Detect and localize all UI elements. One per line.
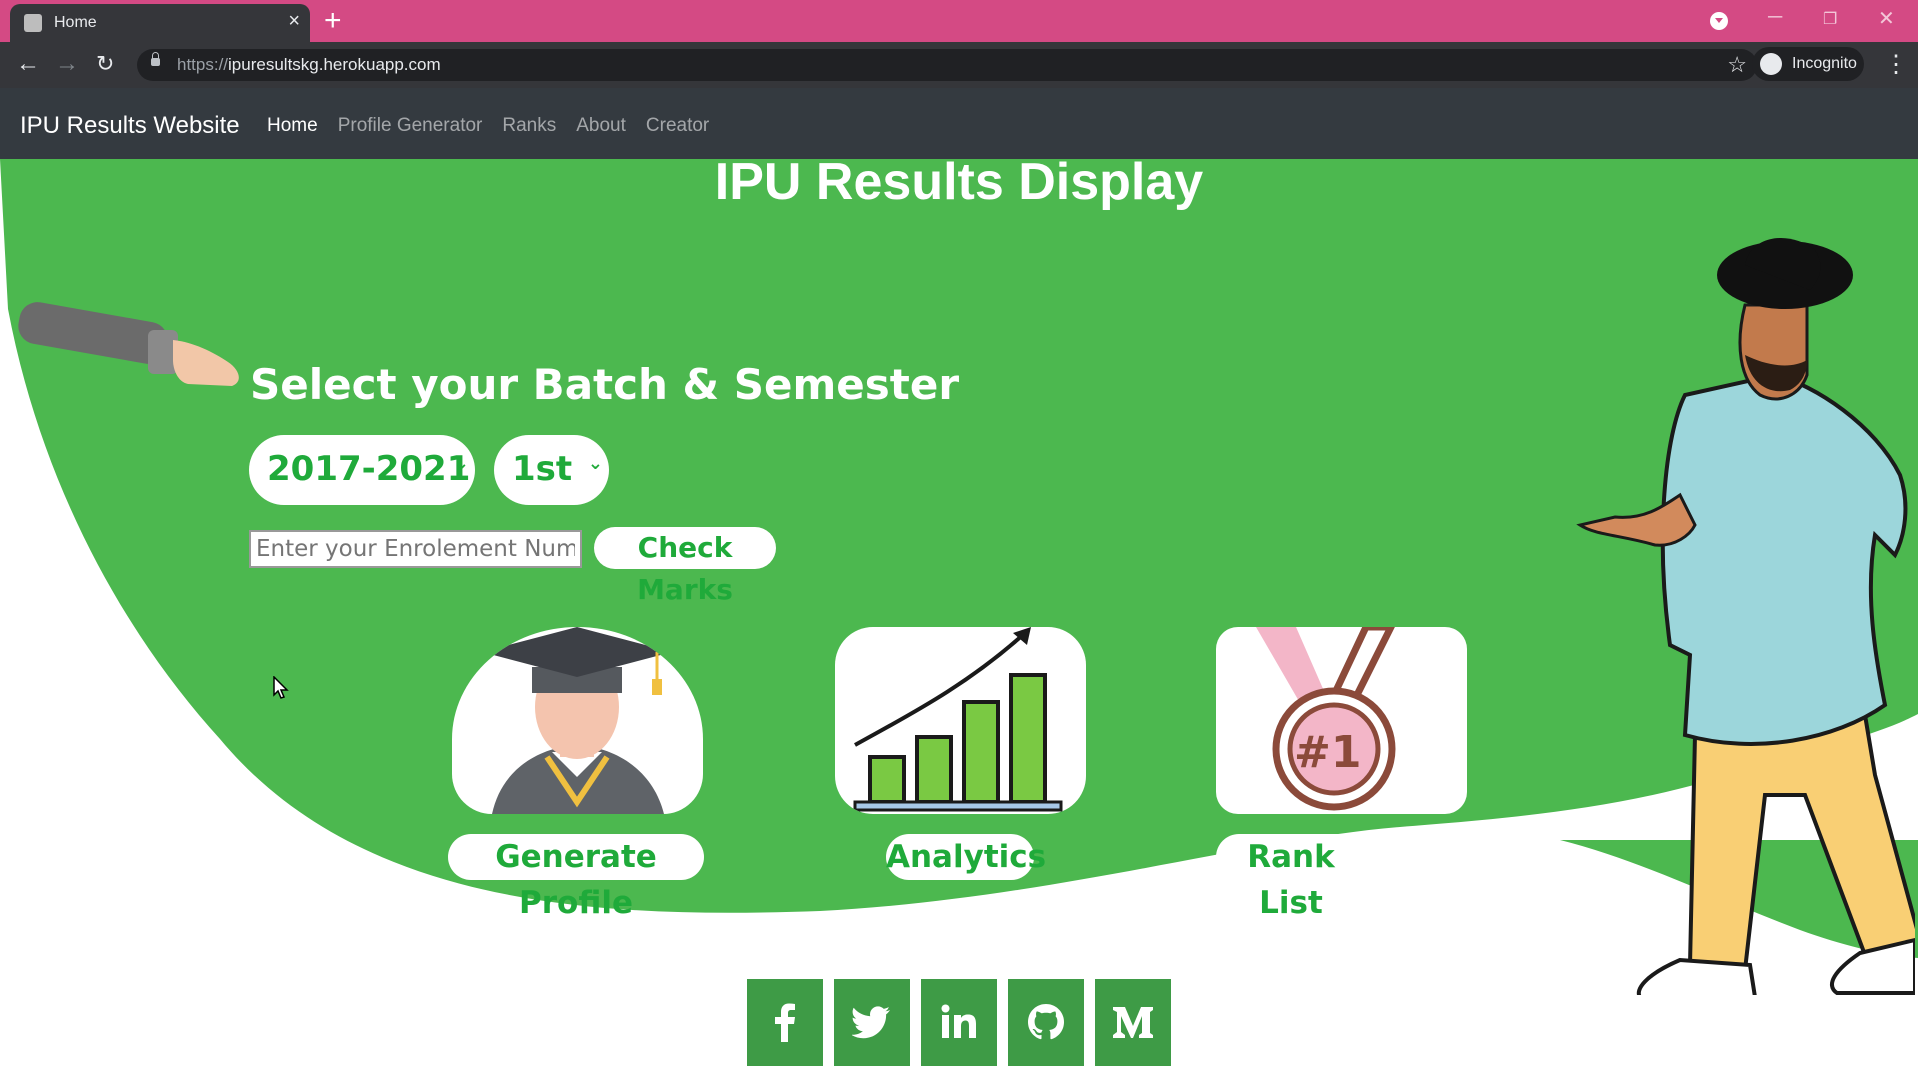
medium-icon — [1113, 1007, 1153, 1038]
analytics-image[interactable] — [835, 627, 1086, 814]
restore-icon[interactable]: ❐ — [1823, 9, 1837, 29]
analytics-button[interactable]: Analytics — [886, 834, 1046, 880]
site-favicon-icon — [24, 14, 42, 32]
nav-about[interactable]: About — [576, 115, 626, 137]
enrolment-number-input[interactable] — [249, 530, 582, 568]
url-text: https://ipuresultskg.herokuapp.com — [177, 55, 441, 74]
incognito-label: Incognito — [1792, 55, 1857, 72]
site-navbar: IPU Results Website Home Profile Generat… — [0, 88, 1918, 159]
site-brand[interactable]: IPU Results Website — [20, 112, 240, 140]
reload-icon[interactable]: ↻ — [96, 50, 114, 78]
select-heading: Select your Batch & Semester — [250, 360, 960, 409]
bar-chart-growth-icon — [853, 627, 1063, 812]
batch-value: 2017-2021 — [267, 449, 471, 489]
walking-person-illustration — [1576, 238, 1915, 995]
rank-list-button[interactable]: Rank List — [1216, 834, 1366, 921]
rank-list-image[interactable]: #1 — [1216, 627, 1467, 814]
browser-toolbar: ← → ↻ https://ipuresultskg.herokuapp.com… — [0, 42, 1918, 88]
twitter-button[interactable] — [834, 979, 910, 1066]
facebook-button[interactable] — [747, 979, 823, 1066]
browser-tabstrip: Home × + ─ ❐ ✕ — [0, 0, 1918, 42]
semester-value: 1st — [512, 449, 573, 489]
medium-button[interactable] — [1095, 979, 1171, 1066]
forward-icon[interactable]: → — [55, 50, 79, 78]
minimize-icon[interactable]: ─ — [1768, 6, 1782, 29]
back-icon[interactable]: ← — [16, 50, 40, 78]
browser-tab[interactable]: Home × — [10, 4, 310, 42]
nav-home[interactable]: Home — [267, 115, 318, 137]
incognito-icon — [1760, 53, 1782, 75]
twitter-icon — [852, 1006, 890, 1039]
tab-search-icon[interactable] — [1710, 12, 1728, 30]
chevron-down-icon: ⌄ — [453, 453, 469, 474]
facebook-icon — [775, 1003, 795, 1042]
generate-profile-image[interactable] — [452, 627, 703, 814]
nav-ranks[interactable]: Ranks — [502, 115, 556, 137]
nav-creator[interactable]: Creator — [646, 115, 709, 137]
bookmark-star-icon[interactable]: ☆ — [1727, 52, 1747, 78]
tab-close-icon[interactable]: × — [288, 10, 300, 33]
semester-select[interactable]: 1st ⌄ — [494, 435, 609, 505]
medal-badge-text: #1 — [1294, 727, 1361, 778]
window-close-icon[interactable]: ✕ — [1878, 6, 1895, 31]
github-button[interactable] — [1008, 979, 1084, 1066]
incognito-badge[interactable]: Incognito — [1752, 47, 1864, 81]
github-icon — [1028, 1004, 1064, 1040]
social-links — [747, 979, 1171, 1066]
graduate-icon — [482, 627, 672, 814]
generate-profile-button[interactable]: Generate Profile — [448, 834, 704, 921]
check-marks-button[interactable]: Check Marks — [594, 527, 776, 606]
browser-menu-icon[interactable]: ⋮ — [1884, 50, 1908, 79]
linkedin-icon — [941, 1004, 976, 1038]
page-title: IPU Results Display — [714, 153, 1204, 211]
tab-title: Home — [54, 14, 97, 31]
address-bar[interactable]: https://ipuresultskg.herokuapp.com ☆ — [137, 49, 1757, 81]
nav-profile-generator[interactable]: Profile Generator — [338, 115, 483, 137]
mouse-cursor-icon — [273, 676, 289, 699]
medal-icon: #1 — [1256, 627, 1396, 811]
pointing-hand-illustration — [18, 302, 239, 386]
linkedin-button[interactable] — [921, 979, 997, 1066]
chevron-down-icon: ⌄ — [587, 453, 603, 474]
nav-links: Home Profile Generator Ranks About Creat… — [267, 115, 709, 137]
lock-icon — [151, 52, 160, 66]
new-tab-icon[interactable]: + — [324, 4, 342, 38]
batch-select[interactable]: 2017-2021 ⌄ — [249, 435, 475, 505]
